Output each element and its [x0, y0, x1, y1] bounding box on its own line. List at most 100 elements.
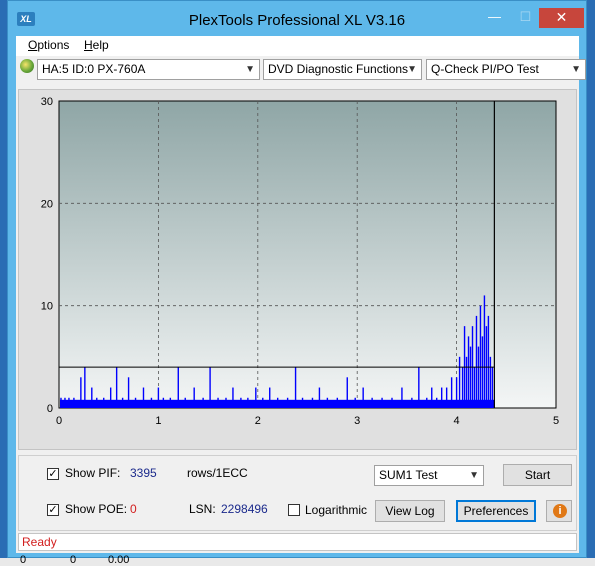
data-bar	[73, 397, 75, 408]
data-bar	[346, 377, 348, 408]
data-bar	[479, 305, 482, 408]
data-bar	[475, 315, 478, 408]
data-bar	[193, 387, 195, 408]
lsn-label: LSN:	[189, 502, 216, 516]
sum-test-value: SUM1 Test	[379, 468, 438, 482]
chart-panel: 0 1 2 3 4 5 0 10 20 30	[18, 89, 577, 450]
data-bar	[336, 397, 339, 408]
menu-options[interactable]: Options	[28, 38, 69, 52]
show-poe-label: Show POE:	[65, 502, 128, 516]
data-bar	[134, 397, 137, 408]
data-bar	[440, 387, 443, 408]
data-bar	[269, 387, 271, 408]
x-tick-label: 1	[155, 415, 161, 427]
data-bar	[127, 377, 130, 408]
data-bar	[68, 397, 70, 408]
drive-icon	[20, 59, 34, 73]
controls-panel: ✓ Show PIF: 3395 rows/1ECC SUM1 Test ▼ St…	[18, 455, 577, 531]
data-bar	[445, 387, 448, 408]
data-bar	[80, 377, 82, 408]
data-bar	[431, 387, 433, 408]
data-bar	[455, 377, 458, 408]
x-tick-label: 2	[255, 415, 261, 427]
data-bar	[157, 387, 160, 408]
show-pif-label: Show PIF:	[65, 466, 121, 480]
title-bar[interactable]: XL PlexTools Professional XL V3.16 — ☐ ✕	[8, 1, 586, 37]
strip-value-2: 0	[70, 554, 77, 566]
app-window: XL PlexTools Professional XL V3.16 — ☐ ✕…	[7, 0, 587, 558]
background-window-strip: 0 0 0.00	[0, 554, 595, 566]
data-bar	[91, 387, 93, 408]
pi-chart: 0 1 2 3 4 5 0 10 20 30	[41, 96, 559, 427]
drive-select-value: HA:5 ID:0 PX-760A	[42, 62, 146, 76]
data-bar	[109, 387, 112, 408]
data-bar	[60, 397, 62, 408]
data-bar	[436, 397, 438, 408]
x-tick-label: 3	[354, 415, 360, 427]
data-bar	[311, 397, 314, 408]
strip-value-1: 0	[20, 554, 27, 566]
data-bar	[142, 387, 145, 408]
menu-help-accel: H	[84, 38, 93, 52]
data-bar	[401, 387, 403, 408]
data-bar	[177, 367, 179, 408]
data-bar	[286, 397, 289, 408]
data-bar	[491, 367, 494, 408]
pif-unit: rows/1ECC	[187, 466, 248, 480]
x-tick-label: 0	[56, 415, 62, 427]
sum-test-select[interactable]: SUM1 Test ▼	[374, 465, 484, 486]
logarithmic-checkbox[interactable]	[288, 504, 300, 516]
close-button[interactable]: ✕	[539, 8, 584, 28]
data-bar	[467, 336, 470, 408]
info-icon: i	[553, 504, 567, 518]
y-tick-label: 10	[41, 301, 53, 313]
data-bar	[362, 387, 364, 408]
x-tick-label: 4	[454, 415, 460, 427]
data-bar	[225, 397, 227, 408]
data-bar	[426, 397, 428, 408]
menu-options-accel: O	[28, 38, 38, 52]
data-bar	[96, 397, 98, 408]
logarithmic-label: Logarithmic	[305, 503, 368, 517]
start-button[interactable]: Start	[503, 464, 572, 486]
show-poe-checkbox[interactable]: ✓	[47, 504, 59, 516]
data-bar	[294, 367, 297, 408]
minimize-button[interactable]: —	[478, 8, 511, 28]
data-bar	[276, 397, 279, 408]
client-area: Options Help HA:5 ID:0 PX-760A ▼ DVD Diag…	[16, 36, 586, 553]
y-tick-label: 20	[41, 198, 53, 210]
data-bar	[461, 367, 464, 408]
data-bar	[255, 387, 257, 408]
data-bar	[240, 397, 242, 408]
info-button[interactable]: i	[546, 500, 572, 522]
data-bar	[411, 397, 413, 408]
menu-help[interactable]: Help	[84, 38, 109, 52]
drive-select[interactable]: HA:5 ID:0 PX-760A ▼	[37, 59, 260, 80]
data-bar	[209, 367, 211, 408]
toolbar: HA:5 ID:0 PX-760A ▼ DVD Diagnostic Functi…	[16, 56, 586, 86]
function-select[interactable]: DVD Diagnostic Functions ▼	[263, 59, 422, 80]
data-bar	[465, 356, 468, 408]
menu-help-rest: elp	[92, 38, 109, 52]
data-bar	[262, 397, 264, 408]
maximize-button[interactable]: ☐	[512, 8, 539, 28]
view-log-button[interactable]: View Log	[375, 500, 445, 522]
data-bar	[103, 397, 105, 408]
data-bar	[489, 356, 492, 408]
chevron-down-icon: ▼	[469, 470, 479, 481]
data-bar	[473, 367, 476, 408]
preferences-button[interactable]: Preferences	[456, 500, 536, 522]
data-bar	[64, 397, 66, 408]
data-bar	[391, 397, 393, 408]
data-bar	[354, 397, 356, 408]
data-bar	[477, 346, 480, 408]
menu-options-rest: ptions	[37, 38, 70, 52]
show-pif-checkbox[interactable]: ✓	[47, 468, 59, 480]
data-bar	[162, 397, 165, 408]
data-bar	[84, 367, 86, 408]
test-select[interactable]: Q-Check PI/PO Test ▼	[426, 59, 586, 80]
x-tick-label: 5	[553, 415, 559, 427]
data-bar	[247, 397, 249, 408]
status-bar: Ready	[18, 533, 577, 551]
data-bar	[469, 346, 472, 408]
